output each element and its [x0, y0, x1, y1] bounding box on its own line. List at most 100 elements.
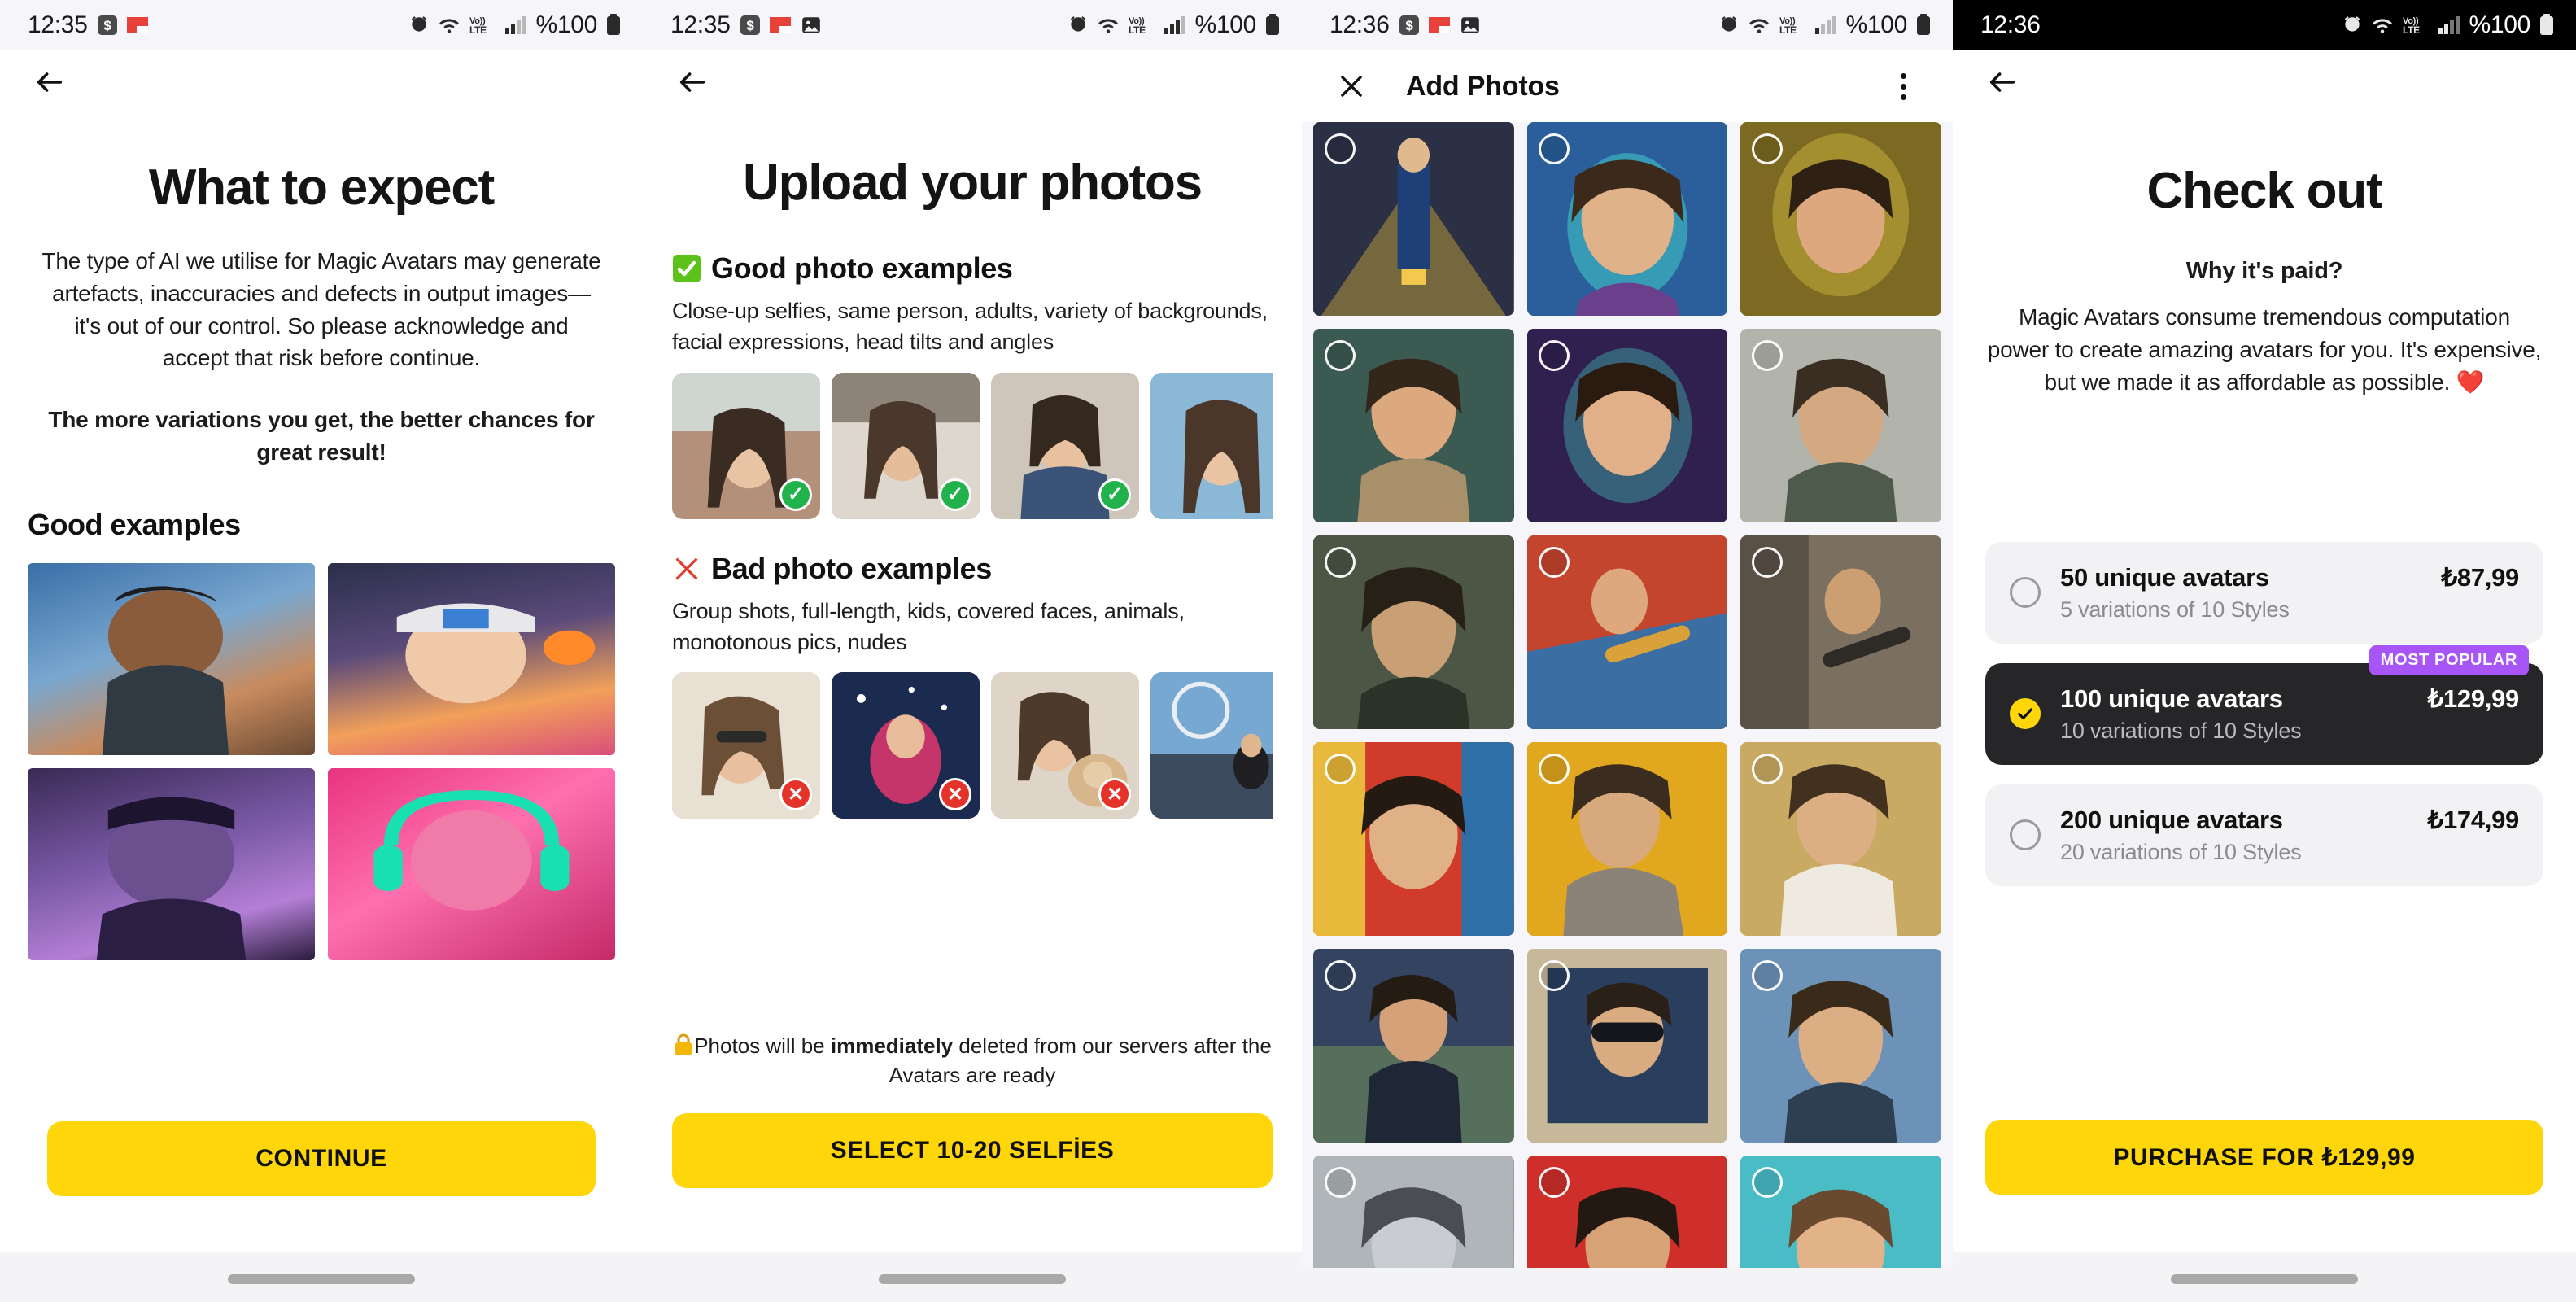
photo-card[interactable] — [1740, 535, 1941, 729]
photo-select-circle[interactable] — [1538, 960, 1570, 991]
bad-photo-3[interactable]: ✕ — [991, 672, 1139, 819]
back-button[interactable] — [28, 60, 72, 104]
close-icon — [1341, 76, 1362, 97]
good-heading-label: Good photo examples — [711, 251, 1013, 286]
photo-card[interactable] — [1526, 535, 1728, 729]
screen-add-photos: 12:36 $ Vo)) LTE %100 Add Photos — [1302, 0, 1953, 1302]
example-avatar-3[interactable] — [28, 767, 315, 960]
close-button[interactable] — [1329, 64, 1373, 108]
arrow-left-icon — [1989, 72, 2015, 92]
photo-grid — [1302, 122, 1953, 1268]
photo-card[interactable] — [1313, 122, 1514, 316]
photo-select-circle[interactable] — [1538, 133, 1570, 164]
good-photo-description: Close-up selfies, same person, adults, v… — [672, 299, 1268, 355]
good-photo-2[interactable]: ✓ — [832, 372, 980, 519]
example-avatar-4[interactable] — [328, 767, 615, 960]
good-photo-1[interactable]: ✓ — [672, 372, 820, 519]
good-examples-heading: Good examples — [28, 507, 241, 541]
photo-card[interactable] — [1526, 329, 1728, 522]
photo-card[interactable] — [1740, 329, 1941, 522]
kebab-menu-icon — [1900, 72, 1906, 100]
bad-photo-1[interactable]: ✕ — [672, 672, 820, 819]
photo-select-circle[interactable] — [1325, 340, 1356, 371]
signal-bars-icon — [2438, 15, 2460, 35]
home-indicator[interactable] — [879, 1274, 1066, 1284]
back-button[interactable] — [670, 60, 714, 104]
continue-button-wrap: CONTINUE — [47, 1121, 596, 1196]
home-indicator[interactable] — [228, 1274, 415, 1284]
battery-percent: %100 — [1194, 11, 1256, 38]
app-bar — [1953, 50, 2576, 114]
photo-select-circle[interactable] — [1325, 960, 1356, 991]
good-photo-thumbnails: ✓ ✓ ✓ — [672, 372, 1273, 519]
white-check-mark-icon — [672, 254, 701, 283]
photo-card[interactable] — [1313, 949, 1514, 1143]
bad-photo-4[interactable] — [1150, 672, 1273, 819]
alarm-icon — [2342, 15, 2363, 36]
continue-button[interactable]: CONTINUE — [47, 1121, 596, 1196]
photo-select-circle[interactable] — [1538, 754, 1570, 784]
radio-unselected-icon[interactable] — [2010, 577, 2041, 609]
photo-grid-scroll[interactable] — [1302, 122, 1953, 1268]
select-selfies-button[interactable]: SELECT 10-20 SELFİES — [672, 1113, 1273, 1188]
home-indicator[interactable] — [2171, 1274, 2358, 1284]
privacy-note: Photos will be immediately deleted from … — [672, 1032, 1273, 1090]
svg-text:$: $ — [103, 18, 111, 33]
status-bar: 12:36 $ Vo)) LTE %100 — [1302, 0, 1953, 50]
photo-card[interactable] — [1313, 742, 1514, 936]
svg-text:$: $ — [1405, 18, 1413, 33]
photo-select-circle[interactable] — [1538, 1167, 1570, 1198]
arrow-left-icon — [37, 72, 63, 92]
photo-select-circle[interactable] — [1538, 340, 1570, 371]
bad-photo-description: Group shots, full-length, kids, covered … — [672, 598, 1185, 655]
purchase-button[interactable]: PURCHASE FOR ₺129,99 — [1985, 1120, 2543, 1195]
overflow-menu-button[interactable] — [1881, 64, 1925, 108]
alarm-icon — [1068, 15, 1089, 36]
status-time: 12:36 — [1980, 11, 2041, 38]
radio-unselected-icon[interactable] — [2010, 819, 2041, 851]
photo-card[interactable] — [1313, 329, 1514, 522]
photo-select-circle[interactable] — [1325, 754, 1356, 784]
photo-card[interactable] — [1740, 949, 1941, 1143]
plan-option-100[interactable]: MOST POPULAR 100 unique avatars ₺129,99 … — [1985, 644, 2543, 765]
page-title: Add Photos — [1406, 70, 1560, 102]
example-avatar-1[interactable] — [28, 562, 315, 755]
photo-card[interactable] — [1526, 122, 1728, 316]
photo-card[interactable] — [1526, 742, 1728, 936]
photo-select-circle[interactable] — [1325, 133, 1356, 164]
image-icon — [801, 15, 822, 36]
photo-card[interactable] — [1740, 1156, 1941, 1268]
bad-photo-2[interactable]: ✕ — [832, 672, 980, 819]
radio-selected-icon[interactable] — [2010, 698, 2041, 730]
good-photo-3[interactable]: ✓ — [991, 372, 1139, 519]
photo-card[interactable] — [1740, 122, 1941, 316]
good-examples-grid — [28, 562, 615, 960]
volte-icon: Vo)) LTE — [469, 14, 496, 37]
emphasis-text: The more variations you get, the better … — [48, 407, 595, 465]
photo-card[interactable] — [1313, 535, 1514, 729]
example-avatar-2[interactable] — [328, 562, 615, 755]
good-photo-4[interactable] — [1150, 372, 1273, 519]
photo-card[interactable] — [1313, 1156, 1514, 1268]
back-button[interactable] — [1980, 60, 2024, 104]
svg-text:$: $ — [746, 18, 754, 33]
photo-card[interactable] — [1740, 742, 1941, 936]
why-paid-paragraph: Magic Avatars consume tremendous computa… — [1987, 304, 2542, 395]
privacy-note-before: Photos will be — [694, 1033, 831, 1059]
photo-select-circle[interactable] — [1325, 1167, 1356, 1198]
signal-bars-icon — [1164, 15, 1186, 35]
photo-select-circle[interactable] — [1538, 547, 1570, 578]
alarm-icon — [1718, 15, 1740, 36]
app-bar: Add Photos — [1302, 50, 1953, 122]
why-paid-subheading: Why it's paid? — [2185, 258, 2343, 285]
page-title: What to expect — [148, 159, 495, 216]
plans-list: 50 unique avatars ₺87,99 5 variations of… — [1985, 541, 2543, 886]
photo-card[interactable] — [1526, 1156, 1728, 1268]
plan-option-200[interactable]: 200 unique avatars ₺174,99 20 variations… — [1985, 784, 2543, 886]
photo-card[interactable] — [1526, 949, 1728, 1143]
good-check-badge-3: ✓ — [1098, 478, 1131, 511]
plan-option-50[interactable]: 50 unique avatars ₺87,99 5 variations of… — [1985, 541, 2543, 644]
screenshot-strip: 12:35 $ Vo)) LTE %100 What to expect The … — [0, 0, 2576, 1302]
svg-text:LTE: LTE — [469, 24, 487, 36]
photo-select-circle[interactable] — [1325, 547, 1356, 578]
